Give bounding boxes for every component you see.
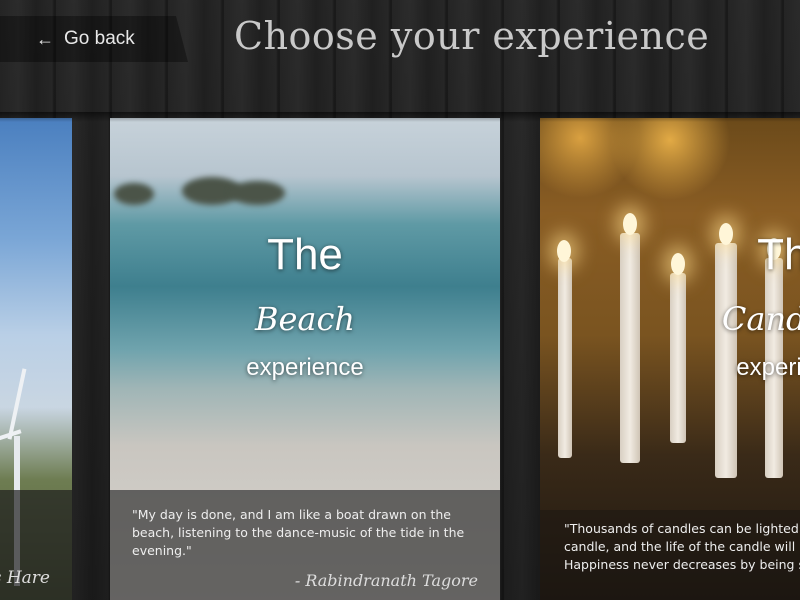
candle: [558, 258, 572, 458]
back-arrow-icon: ←: [36, 28, 54, 49]
card-caption: s Hare: [0, 490, 72, 600]
quote-text: "My day is done, and I am like a boat dr…: [132, 507, 465, 558]
quote-text: "Thousands of candles can be lighted fro…: [564, 521, 800, 572]
card-title-the: The: [267, 230, 343, 279]
experience-card-candles[interactable]: The Candles experience "Thousands of can…: [540, 118, 800, 600]
go-back-button[interactable]: ← Go back: [0, 16, 188, 62]
experience-card-wind[interactable]: s Hare: [0, 118, 72, 600]
go-back-label: Go back: [64, 28, 135, 49]
card-title-name: Candles: [721, 300, 800, 338]
card-title-experience: experience: [246, 354, 364, 381]
quote-author: s Hare: [0, 568, 50, 588]
beach-rocks: [110, 173, 500, 208]
card-title-name: Beach: [254, 300, 356, 338]
card-title-experience: experience: [736, 354, 800, 381]
card-caption: "My day is done, and I am like a boat dr…: [110, 490, 500, 600]
header-divider: [0, 112, 800, 122]
experience-card-beach[interactable]: The Beach experience "My day is done, an…: [110, 118, 500, 600]
page-title: Choose your experience: [234, 14, 710, 58]
quote-author: - Rabindranath Tagore: [294, 571, 478, 590]
card-caption: "Thousands of candles can be lighted fro…: [540, 510, 800, 600]
turbine-blade: [7, 368, 27, 440]
card-title-the: The: [757, 230, 800, 279]
flame-icon: [557, 240, 571, 262]
